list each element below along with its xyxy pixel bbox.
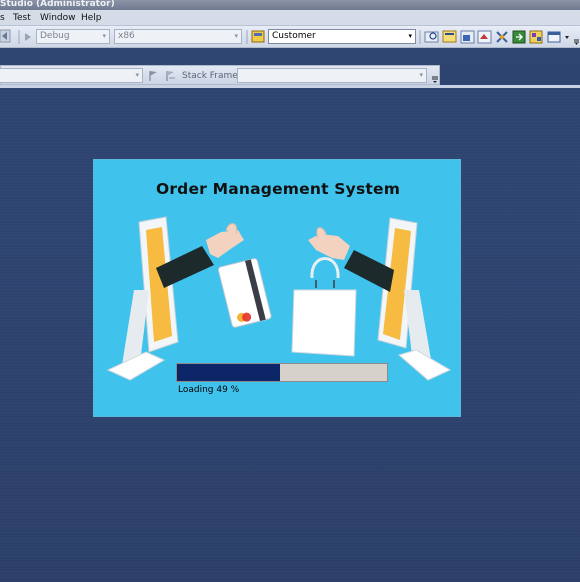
flag-icon[interactable] — [149, 71, 157, 81]
menu-item-window[interactable]: Window — [40, 13, 76, 23]
splash-screen: Order Management System Loading 49 % — [93, 159, 461, 417]
stack-frame-dropdown[interactable]: ▾ — [237, 68, 427, 83]
start-page-icon[interactable] — [512, 30, 526, 44]
left-monitor-icon — [106, 216, 179, 381]
toolbar-overflow-icon[interactable] — [565, 36, 579, 45]
solution-platform-value: x86 — [118, 31, 135, 41]
find-in-files-icon[interactable] — [251, 30, 265, 43]
menu-item-help[interactable]: Help — [81, 13, 102, 23]
chevron-down-icon: ▾ — [234, 32, 238, 40]
chevron-down-icon: ▾ — [408, 32, 412, 40]
loading-progress-fill — [177, 364, 280, 381]
chevron-down-icon: ▾ — [419, 71, 423, 79]
flag-icons — [149, 71, 175, 81]
menu-item-test[interactable]: Test — [13, 13, 31, 23]
window-title: Studio (Administrator) — [0, 0, 115, 9]
debug-location-toolbar: ▾ Stack Frame: ▾ — [0, 65, 440, 85]
menu-bar: s Test Window Help — [0, 10, 580, 26]
navigate-icon[interactable] — [0, 29, 11, 43]
toolbar-overflow-icon[interactable] — [430, 66, 440, 86]
right-monitor-icon — [377, 217, 452, 381]
project-dropdown[interactable]: Customer ▾ — [268, 29, 416, 44]
flag-all-icon[interactable] — [166, 71, 175, 81]
standard-toolbar: Debug ▾ x86 ▾ Customer ▾ — [0, 26, 580, 48]
toolbar-gap — [0, 48, 580, 65]
play-icon[interactable] — [25, 33, 31, 41]
project-value: Customer — [272, 31, 316, 41]
loading-progress-bar — [176, 363, 388, 382]
solution-configuration-dropdown[interactable]: Debug ▾ — [36, 29, 110, 44]
object-browser-icon[interactable] — [477, 30, 492, 44]
chevron-down-icon: ▾ — [102, 32, 106, 40]
thread-dropdown[interactable]: ▾ — [0, 68, 143, 83]
properties-icon[interactable] — [460, 30, 475, 44]
find-icon[interactable] — [424, 31, 439, 43]
solution-explorer-icon[interactable] — [442, 30, 457, 43]
class-view-icon[interactable] — [529, 30, 543, 44]
chevron-down-icon: ▾ — [135, 71, 139, 79]
stack-frame-label: Stack Frame: — [182, 71, 241, 81]
window-layout-icon[interactable] — [547, 31, 561, 43]
loading-status-text: Loading 49 % — [178, 385, 240, 395]
toolbox-icon[interactable] — [496, 31, 508, 43]
menu-item-partial[interactable]: s — [0, 13, 5, 23]
toolbar-bottom-border — [0, 85, 580, 88]
solution-platform-dropdown[interactable]: x86 ▾ — [114, 29, 242, 44]
window-title-bar: Studio (Administrator) — [0, 0, 580, 10]
solution-configuration-value: Debug — [40, 31, 70, 41]
